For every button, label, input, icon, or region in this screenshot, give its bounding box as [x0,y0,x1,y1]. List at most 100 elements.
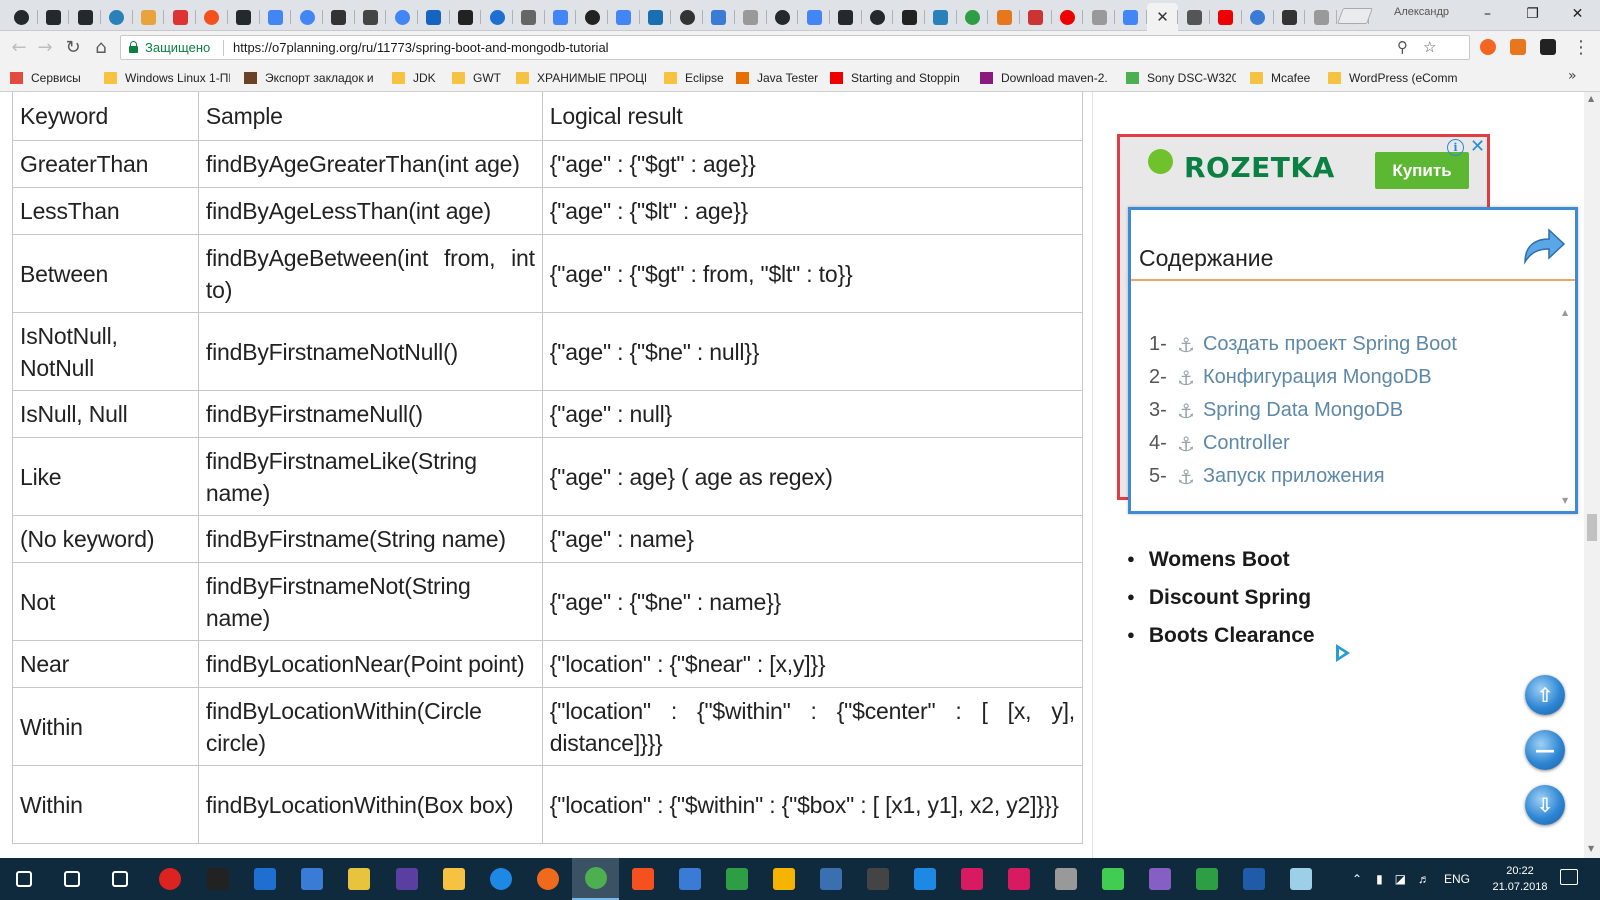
toc-item[interactable]: 4- ⚓ Controller [1149,427,1457,460]
tab[interactable] [1210,3,1242,31]
clock[interactable]: 20:22 21.07.2018 [1488,863,1552,895]
bookmarks-overflow-icon[interactable]: » [1568,68,1577,84]
taskbar-pdf-reader-button[interactable] [713,858,760,900]
tab[interactable] [545,3,577,31]
taskbar-mongodb-leaf-button[interactable] [760,858,807,900]
collapse-button[interactable]: — [1525,730,1565,770]
taskbar-terminal-button[interactable] [194,858,241,900]
taskbar-intellij-idea-ultimate-button[interactable] [995,858,1042,900]
scroll-down-icon[interactable]: ▼ [1588,844,1594,853]
extension-mask-icon[interactable] [1540,39,1556,55]
scroll-bottom-button[interactable]: ⇩ [1525,785,1565,825]
tab[interactable] [735,3,767,31]
taskbar-chrome-button[interactable] [572,858,619,900]
volume-icon[interactable]: ♬ [1418,872,1430,886]
zoom-icon[interactable]: ⚲ [1397,38,1408,56]
tab[interactable] [925,3,957,31]
taskbar-edge-button[interactable] [477,858,524,900]
ad-link[interactable]: Boots Clearance [1127,624,1315,648]
bookmark-item[interactable]: Starting and Stoppin [830,70,960,86]
tab[interactable] [1083,3,1115,31]
page-scrollbar[interactable]: ▲ ▼ [1584,92,1600,858]
toc-link[interactable]: Конфигурация MongoDB [1203,366,1432,389]
taskbar-start-button[interactable] [0,858,47,900]
tab[interactable] [228,3,260,31]
bookmark-item[interactable]: ХРАНИМЫЕ ПРОЦЕ [516,70,646,86]
taskbar-java-ide-button[interactable] [901,858,948,900]
taskbar-settings-gear-button[interactable] [1042,858,1089,900]
tab[interactable] [798,3,830,31]
bookmark-item[interactable]: Java Tester [736,70,818,86]
scroll-top-button[interactable]: ⇧ [1525,675,1565,715]
toc-link[interactable]: Запуск приложения [1203,465,1385,488]
reload-icon[interactable]: ↻ [62,36,84,58]
tab[interactable] [893,3,925,31]
tab[interactable] [38,3,70,31]
tab[interactable] [767,3,799,31]
tab[interactable] [862,3,894,31]
tab[interactable] [164,3,196,31]
tray-chevron-icon[interactable]: ⌃ [1352,872,1362,886]
scrollbar-thumb[interactable] [1587,514,1597,541]
taskbar-visual-studio-button[interactable] [1136,858,1183,900]
taskbar-file-explorer-button[interactable] [430,858,477,900]
language-indicator[interactable]: ENG [1444,872,1470,886]
bookmark-item[interactable]: WordPress (eComm [1328,70,1468,86]
toc-scrollbar[interactable]: ▲ ▼ [1561,308,1573,508]
tab[interactable] [608,3,640,31]
minimize-button[interactable]: – [1465,0,1510,28]
bookmark-item[interactable]: Eclipse [664,70,724,86]
url-text[interactable]: https://o7planning.org/ru/11773/spring-b… [233,40,609,55]
tab[interactable] [6,3,38,31]
bookmark-item[interactable]: Sony DSC-W320 [1126,70,1236,86]
wifi-icon[interactable]: ◪ [1395,872,1406,886]
notifications-icon[interactable] [1560,869,1578,885]
ad-info-icon[interactable]: i [1447,139,1464,156]
bookmark-item[interactable]: GWT [452,70,502,86]
toc-link[interactable]: Controller [1203,432,1290,455]
bookmark-item[interactable]: Mcafee [1250,70,1312,86]
tab[interactable] [513,3,545,31]
star-icon[interactable]: ☆ [1423,38,1436,56]
taskbar-search-button[interactable] [48,858,95,900]
tab[interactable] [355,3,387,31]
ad-link[interactable]: Discount Spring [1127,586,1311,610]
tab[interactable] [988,3,1020,31]
tab[interactable] [260,3,292,31]
tab[interactable] [418,3,450,31]
tab[interactable] [640,3,672,31]
tab[interactable] [133,3,165,31]
taskbar-paint-button[interactable] [619,858,666,900]
close-window-button[interactable]: ✕ [1555,0,1600,28]
tab[interactable] [957,3,989,31]
taskbar-network-globe-button[interactable] [666,858,713,900]
tab-active[interactable]: ✕ [1146,3,1179,31]
tab[interactable] [69,3,101,31]
home-icon[interactable]: ⌂ [90,36,112,58]
taskbar-app-diamond-button[interactable] [1183,858,1230,900]
taskbar-database-elephant-button[interactable] [807,858,854,900]
tab[interactable] [1020,3,1052,31]
tab[interactable] [481,3,513,31]
taskbar-task-view-button[interactable] [96,858,143,900]
taskbar-photoshop-button[interactable] [1230,858,1277,900]
taskbar-network-tool-button[interactable] [288,858,335,900]
battery-icon[interactable]: ▮ [1376,872,1383,886]
taskbar-intellij-idea-button[interactable] [948,858,995,900]
scroll-up-icon[interactable]: ▲ [1588,94,1594,103]
taskbar-opera-button[interactable] [146,858,193,900]
tab[interactable] [703,3,735,31]
bookmark-item[interactable]: Экспорт закладок и [244,70,374,86]
ad-link[interactable]: Womens Boot [1127,548,1290,572]
tab[interactable] [450,3,482,31]
taskbar-calculator-button[interactable] [241,858,288,900]
tab[interactable] [291,3,323,31]
toc-item[interactable]: 1- ⚓ Создать проект Spring Boot [1149,328,1457,361]
close-tab-icon[interactable]: ✕ [1156,8,1169,26]
restore-button[interactable]: ❐ [1510,0,1555,28]
security-label[interactable]: Защищено [145,40,210,55]
extension-fox-icon[interactable] [1510,39,1526,55]
profile-name[interactable]: Александр [1394,6,1449,18]
new-tab-button[interactable] [1337,8,1373,24]
taskbar-notepad-button[interactable] [1277,858,1324,900]
